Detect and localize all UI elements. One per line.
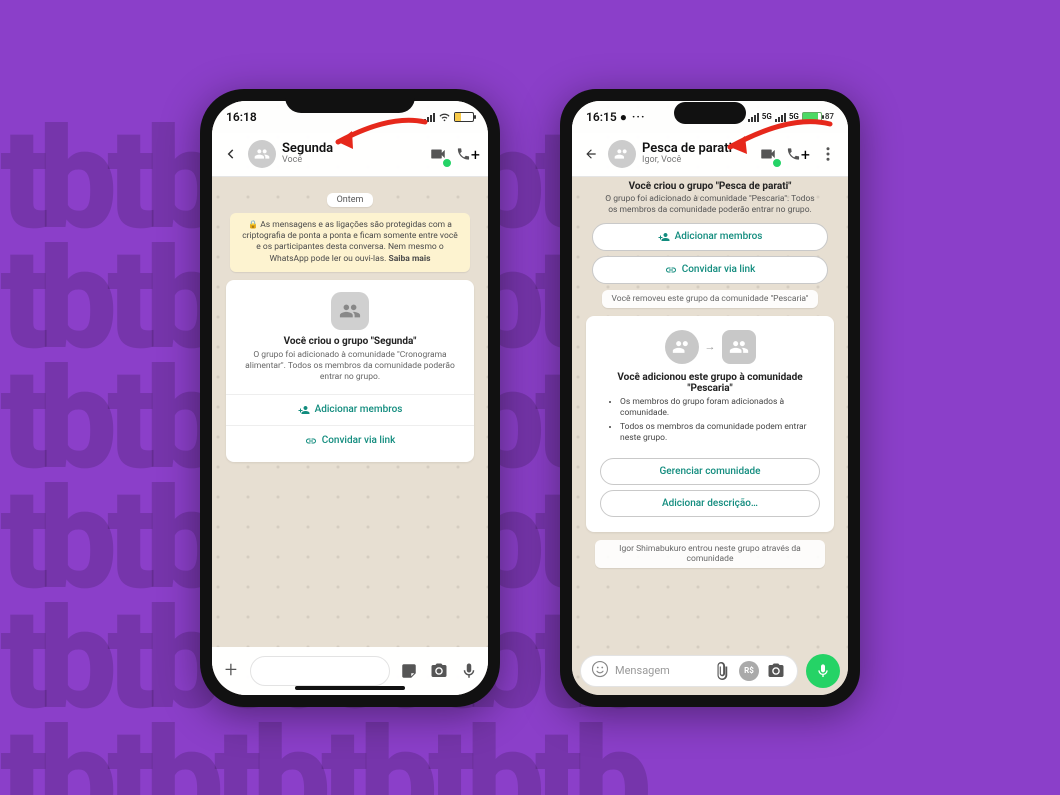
card-body: O grupo foi adicionado à comunidade "Cro… [236,350,464,389]
message-input-bar: Mensagem R$ [572,647,848,695]
group-avatar[interactable] [248,140,276,168]
annotation-arrow [320,117,430,171]
invite-link-button[interactable]: Convidar via link [236,430,464,452]
home-indicator [295,686,405,690]
date-pill: Ontem [327,193,374,207]
group-avatar[interactable] [608,140,636,168]
battery-icon [454,112,474,122]
emoji-button[interactable] [591,660,609,682]
sticker-button[interactable] [398,660,420,682]
group-added-card: → Você adicionou este grupo à comunidade… [586,316,834,532]
arrow-right-icon: → [705,340,716,353]
lock-icon: 🔒 [248,220,258,229]
annotation-arrow [715,119,835,178]
add-description-button[interactable]: Adicionar descrição… [600,490,820,517]
group-created-card: Você criou o grupo "Segunda" O grupo foi… [226,280,474,461]
status-indicators: ● ··· [620,110,646,124]
add-members-button[interactable]: Adicionar membros [236,399,464,421]
invite-link-button[interactable]: Convidar via link [592,256,828,284]
mic-fab[interactable] [806,654,840,688]
phone-iphone: 16:18 Segunda Você [200,89,500,707]
card-headline: Você adicionou este grupo à comunidade "… [596,372,824,394]
message-field[interactable] [250,656,390,686]
card-headline: Você criou o grupo "Pesca de parati" [582,181,838,192]
message-field[interactable]: Mensagem R$ [580,655,798,687]
phone-android: 16:15 ● ··· 5G 5G 87 Pesca de parati [560,89,860,707]
chat-area[interactable]: Ontem 🔒 As mensagens e as ligações são p… [212,177,488,647]
card-headline: Você criou o grupo "Segunda" [236,336,464,347]
mic-button[interactable] [458,660,480,682]
status-time: 16:15 [586,110,617,124]
manage-community-button[interactable]: Gerenciar comunidade [600,458,820,485]
plus-badge: + [471,145,480,164]
system-message: Você removeu este grupo da comunidade "P… [602,290,819,308]
card-body: O grupo foi adicionado à comunidade "Pes… [582,194,838,218]
payment-button[interactable]: R$ [739,661,759,681]
notch [285,89,415,113]
encryption-notice[interactable]: 🔒 As mensagens e as ligações são protegi… [230,213,470,273]
back-button[interactable] [580,143,602,165]
card-bullets: Os membros do grupo foram adicionados à … [596,397,824,444]
voicecall-button[interactable]: + [456,142,480,166]
chat-area[interactable]: Você criou o grupo "Pesca de parati" O g… [572,177,848,647]
system-message: Igor Shimabukuro entrou neste grupo atra… [595,540,825,568]
community-badge-icon [442,158,452,168]
attach-button[interactable] [711,660,733,682]
camera-button[interactable] [765,660,787,682]
community-icon [331,292,369,330]
wifi-icon [438,112,451,122]
group-to-community-icon: → [596,330,824,364]
back-button[interactable] [220,143,242,165]
add-members-button[interactable]: Adicionar membros [592,223,828,251]
learn-more-link[interactable]: Saiba mais [388,254,430,264]
status-time: 16:18 [226,110,257,124]
plus-button[interactable]: + [220,660,242,682]
camera-button[interactable] [428,660,450,682]
message-placeholder: Mensagem [615,664,705,677]
